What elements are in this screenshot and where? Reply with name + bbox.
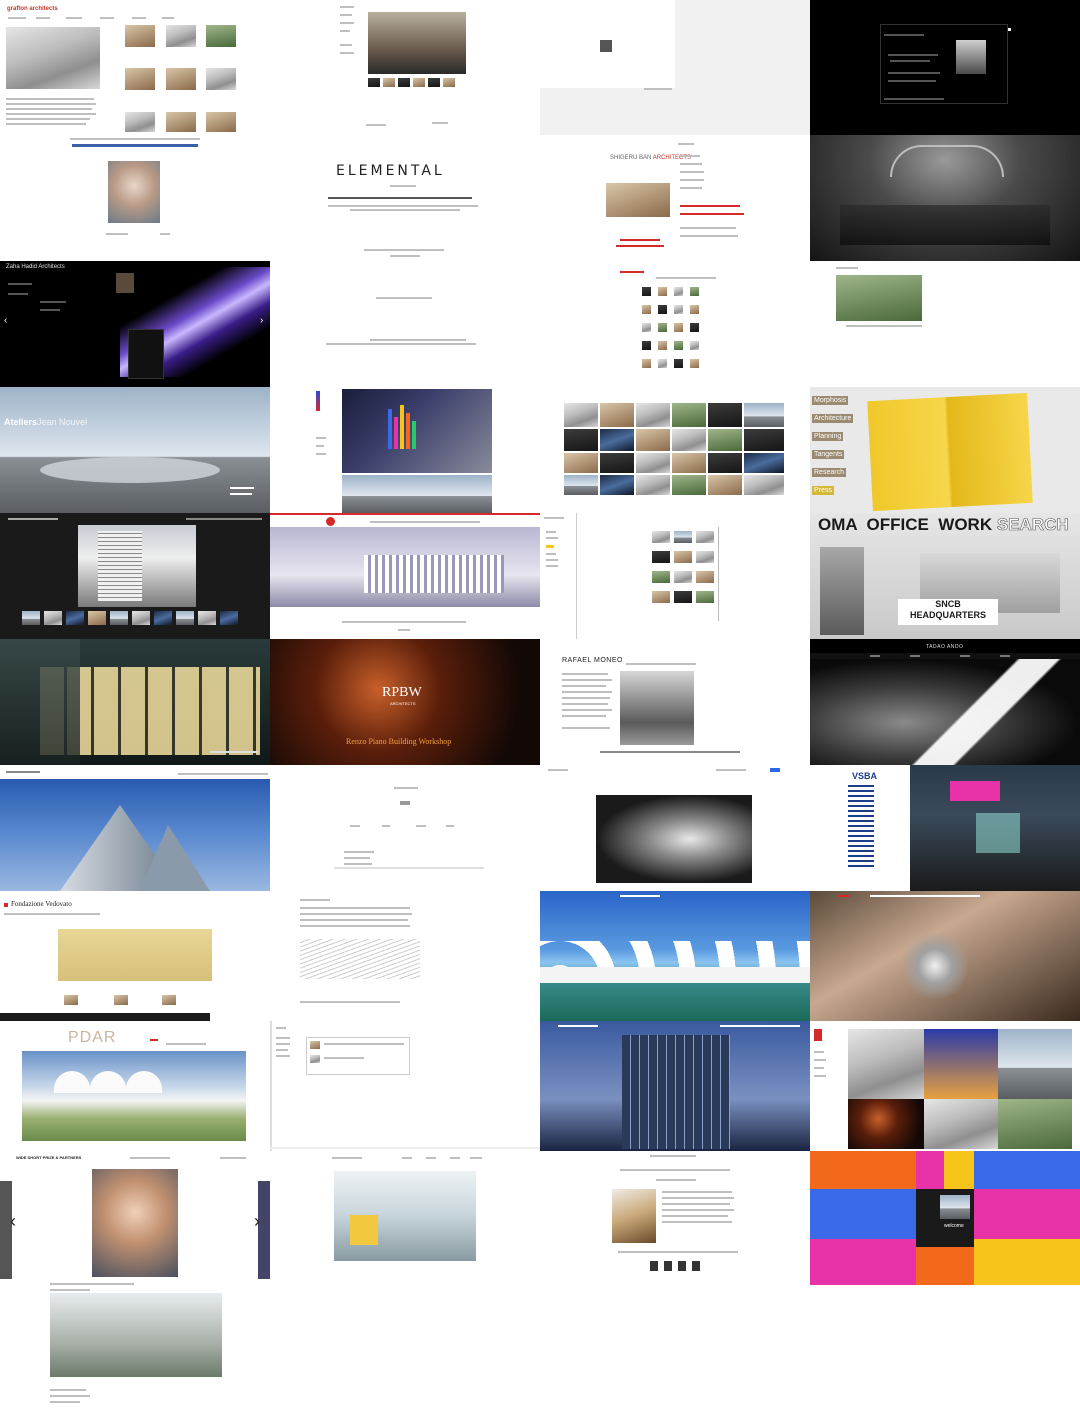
rpbw-logo[interactable]: RPBW [382, 685, 422, 701]
zaha-logo[interactable]: Zaha Hadid Architects [6, 264, 65, 270]
tile-minimal-logo[interactable] [540, 0, 810, 135]
tile-blank-text[interactable] [270, 261, 540, 387]
tile-museum-collage[interactable] [810, 1021, 1080, 1151]
tile-oma[interactable]: OMA OFFICE WORK SEARCH SNCB HEADQUARTERS [810, 513, 1080, 639]
profile-portrait [956, 40, 986, 74]
tile-sketch[interactable] [270, 891, 540, 1021]
shigeru-ban-hero [606, 183, 670, 217]
tile-ateliers[interactable]: AteliersJean Nouvel [0, 387, 270, 513]
ateliers-logo[interactable]: AteliersJean Nouvel [4, 417, 87, 427]
pdar-logo[interactable]: PDAR [68, 1029, 116, 1047]
pritzker-title[interactable]: WIDE SHORT PRIZE & PARTNERS [16, 1155, 81, 1160]
tile-list-panel[interactable] [270, 1021, 540, 1151]
morphosis-menu-item[interactable]: Morphosis [812, 396, 849, 405]
oma-search[interactable]: SEARCH [997, 515, 1069, 535]
moneo-title[interactable]: RAFAEL MONEO [562, 657, 623, 664]
tile-image-mosaic[interactable] [540, 387, 810, 513]
tile-sidebar-grid[interactable] [540, 513, 810, 639]
grafton-logo[interactable]: grafton architects [7, 6, 58, 12]
tile-black-profile[interactable] [810, 0, 1080, 135]
pritzker-building-photo [50, 1293, 222, 1377]
grafton-hero-image [6, 27, 100, 89]
tile-glass-tower[interactable] [540, 1021, 810, 1151]
tile-tower-gallery[interactable] [0, 513, 270, 639]
morphosis-menu-item[interactable]: Planning [812, 432, 844, 441]
welcome-label[interactable]: welcome [944, 1223, 964, 1229]
tile-morphosis[interactable]: Morphosis Architecture Planning Tangents… [810, 387, 1080, 513]
tile-color-bars[interactable] [270, 387, 540, 513]
tile-grafton[interactable]: grafton architects [0, 0, 270, 135]
fondazione-mark [4, 903, 8, 907]
tile-color-blocks[interactable]: welcome [810, 1151, 1080, 1285]
tile-project-grid[interactable] [540, 261, 810, 387]
tile-robot[interactable] [810, 891, 1080, 1021]
morphosis-menu-item[interactable]: Research [812, 468, 846, 477]
vsba-logo[interactable]: VSBA [852, 771, 877, 781]
tile-archive-hall[interactable] [810, 135, 1080, 261]
landscape-photo [836, 275, 922, 321]
tile-fondazione[interactable]: Fondazione Vedovato [0, 891, 270, 1021]
tile-event-photo[interactable] [270, 0, 540, 135]
tile-arcade[interactable] [270, 513, 540, 639]
morphosis-menu-item[interactable]: Press [812, 486, 834, 495]
rpbw-caption[interactable]: Renzo Piano Building Workshop [346, 737, 451, 746]
tile-moneo[interactable]: RAFAEL MONEO [540, 639, 810, 765]
tile-atrium[interactable] [270, 1151, 540, 1281]
sketch-drawing [300, 939, 420, 979]
chevron-right-icon[interactable]: › [254, 1211, 260, 1232]
pritzker-portrait [92, 1169, 178, 1277]
tile-palace[interactable] [540, 891, 810, 1021]
color-bars-hero [342, 389, 492, 473]
chevron-left-icon[interactable]: ‹ [4, 315, 7, 326]
morphosis-menu-item[interactable]: Tangents [812, 450, 845, 459]
tile-minimal-text[interactable] [270, 765, 540, 891]
event-photo [368, 12, 466, 74]
tile-rpbw[interactable]: RPBW ARCHITECTS Renzo Piano Building Wor… [270, 639, 540, 765]
morphosis-menu-item[interactable]: Architecture [812, 414, 854, 423]
tile-adobe[interactable] [540, 1151, 810, 1281]
chevron-left-icon[interactable]: ‹ [10, 1211, 16, 1232]
minimal-logo-mark [600, 40, 612, 52]
oma-title[interactable]: OMA OFFICE WORK SEARCH [818, 515, 1069, 535]
tile-portrait[interactable] [0, 135, 270, 261]
tadao-portrait [810, 659, 1080, 765]
tile-sculpture[interactable] [540, 765, 810, 891]
morphosis-menu: Morphosis Architecture Planning Tangents… [812, 389, 854, 497]
shigeru-ban-logo[interactable]: SHIGERU BAN ARCHITECTS [610, 155, 691, 161]
arcade-logo-mark[interactable] [326, 517, 335, 526]
elemental-logo[interactable]: ELEMENTAL [336, 163, 445, 179]
adobe-photo [612, 1189, 656, 1243]
morphosis-book-image [867, 392, 1033, 512]
tile-shigeru-ban[interactable]: SHIGERU BAN ARCHITECTS [540, 135, 810, 261]
tadao-title[interactable]: TADAO ANDO [926, 644, 963, 650]
portrait-photo [108, 161, 160, 223]
chevron-right-icon[interactable]: › [260, 315, 263, 326]
tile-storefront[interactable] [0, 639, 270, 765]
sculpture-photo [596, 795, 752, 883]
pdar-hero [22, 1051, 246, 1141]
moneo-photo [620, 671, 694, 745]
tile-zaha-hadid[interactable]: Zaha Hadid Architects ‹ › [0, 261, 270, 387]
tile-elemental[interactable]: ELEMENTAL [270, 135, 540, 261]
tile-landscape[interactable] [810, 261, 1080, 387]
fondazione-logo[interactable]: Fondazione Vedovato [11, 900, 72, 908]
tile-vsba[interactable]: VSBA [810, 765, 1080, 891]
tile-tadao[interactable]: TADAO ANDO [810, 639, 1080, 765]
tile-pritzker[interactable]: WIDE SHORT PRIZE & PARTNERS ‹ › [0, 1151, 270, 1411]
tile-pyramid[interactable] [0, 765, 270, 891]
glass-tower-facade [622, 1035, 730, 1149]
fondazione-drawing [58, 929, 212, 981]
oma-caption[interactable]: SNCB HEADQUARTERS [898, 599, 998, 625]
tile-pdar[interactable]: PDAR [0, 1021, 270, 1151]
